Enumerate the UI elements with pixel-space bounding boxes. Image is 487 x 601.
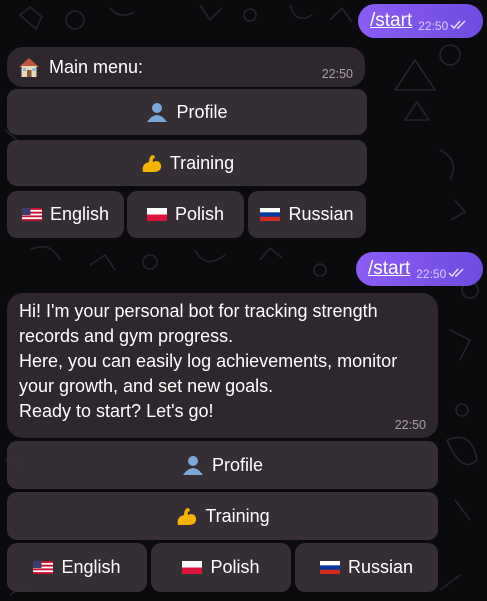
welcome-message: Hi! I'm your personal bot for tracking s… bbox=[7, 293, 438, 438]
english-button-label: English bbox=[61, 557, 121, 577]
double-check-icon bbox=[450, 17, 468, 35]
english-button[interactable]: English bbox=[7, 543, 147, 592]
russian-button[interactable]: Russian bbox=[248, 191, 366, 238]
flexed-biceps-icon bbox=[140, 152, 162, 174]
russian-button[interactable]: Russian bbox=[295, 543, 438, 592]
profile-button[interactable]: Profile bbox=[7, 441, 438, 489]
user-silhouette-icon bbox=[182, 454, 204, 476]
english-button[interactable]: English bbox=[7, 191, 124, 238]
message-time: 22:50 bbox=[416, 266, 447, 281]
message-time: 22:50 bbox=[321, 67, 353, 81]
profile-button-label: Profile bbox=[211, 454, 264, 475]
russia-flag-icon bbox=[319, 561, 340, 574]
flexed-biceps-icon bbox=[175, 505, 197, 527]
profile-button-label: Profile bbox=[176, 101, 228, 122]
training-button[interactable]: Training bbox=[7, 140, 367, 186]
us-flag-icon bbox=[33, 561, 54, 574]
russia-flag-icon bbox=[260, 208, 281, 221]
start-command-link[interactable]: /start bbox=[370, 10, 412, 32]
poland-flag-icon bbox=[182, 561, 203, 574]
outgoing-message-start-2: /start 22:50 bbox=[356, 252, 483, 286]
english-button-label: English bbox=[49, 204, 110, 224]
welcome-message-text: Hi! I'm your personal bot for tracking s… bbox=[19, 301, 398, 421]
message-time: 22:50 bbox=[394, 418, 426, 432]
polish-button-label: Polish bbox=[210, 557, 260, 577]
training-button[interactable]: Training bbox=[7, 492, 438, 540]
start-command-link[interactable]: /start bbox=[368, 258, 410, 280]
double-check-icon bbox=[448, 265, 466, 283]
polish-button-label: Polish bbox=[174, 204, 225, 224]
poland-flag-icon bbox=[146, 208, 167, 221]
menu-title: Main menu: bbox=[49, 56, 144, 77]
polish-button[interactable]: Polish bbox=[127, 191, 244, 238]
training-button-label: Training bbox=[205, 505, 270, 526]
house-icon bbox=[17, 56, 41, 78]
message-time: 22:50 bbox=[418, 18, 449, 33]
main-menu-message: Main menu: 22:50 bbox=[7, 47, 365, 87]
polish-button[interactable]: Polish bbox=[151, 543, 291, 592]
us-flag-icon bbox=[21, 208, 42, 221]
user-silhouette-icon bbox=[146, 101, 168, 123]
russian-button-label: Russian bbox=[347, 557, 414, 577]
training-button-label: Training bbox=[169, 152, 235, 173]
outgoing-message-start-1: /start 22:50 bbox=[358, 4, 483, 38]
profile-button[interactable]: Profile bbox=[7, 89, 367, 135]
russian-button-label: Russian bbox=[288, 204, 354, 224]
